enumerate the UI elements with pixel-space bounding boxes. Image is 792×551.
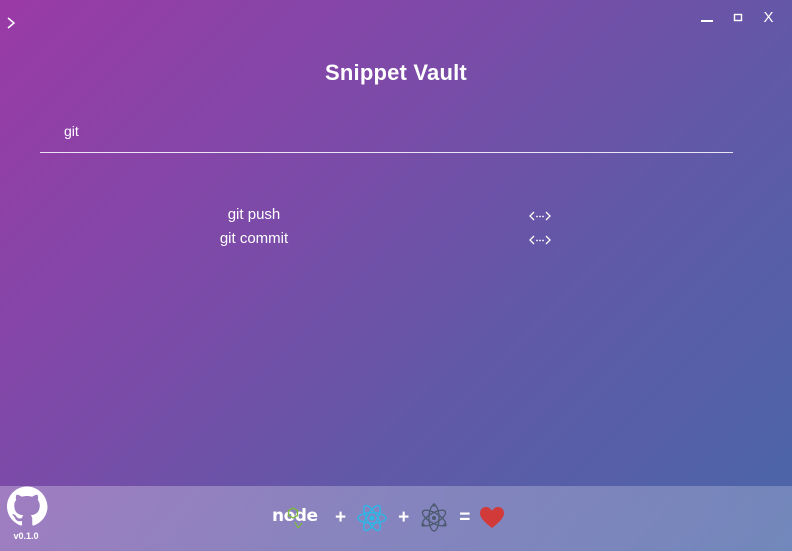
app-window: X Snippet Vault git push git commit — [0, 0, 792, 551]
plus-sign: + — [335, 507, 347, 528]
result-item[interactable]: git commit — [0, 229, 792, 253]
github-icon — [7, 486, 48, 526]
result-name[interactable]: git push — [184, 205, 324, 225]
code-icon[interactable] — [529, 209, 551, 223]
result-item[interactable]: git push — [0, 205, 792, 229]
minimize-icon — [700, 20, 713, 22]
close-label: X — [763, 8, 774, 26]
expand-sidebar-button[interactable] — [4, 15, 18, 31]
maximize-icon — [733, 13, 742, 22]
version-label: v0.1.0 — [13, 531, 39, 541]
minimize-button[interactable] — [691, 6, 722, 28]
window-controls: X — [691, 6, 784, 28]
search-field — [40, 112, 733, 153]
maximize-button[interactable] — [722, 6, 753, 28]
heart-icon — [480, 507, 505, 528]
close-button[interactable]: X — [753, 6, 784, 28]
plus-sign: + — [398, 507, 410, 528]
tech-stack: node + + = — [270, 500, 505, 536]
react-icon — [357, 504, 387, 532]
github-link[interactable] — [6, 486, 48, 526]
chevron-right-icon — [7, 17, 16, 29]
results-list: git push git commit — [0, 205, 792, 253]
result-name[interactable]: git commit — [184, 229, 324, 249]
app-title: Snippet Vault — [325, 60, 467, 85]
electron-icon — [421, 503, 447, 532]
footer: v0.1.0 node + + = — [0, 486, 792, 551]
search-input[interactable] — [40, 112, 733, 150]
node-icon: node — [270, 501, 326, 536]
code-icon[interactable] — [529, 233, 551, 247]
node-logo-graphic: node — [272, 506, 318, 528]
equals-sign: = — [459, 507, 471, 528]
